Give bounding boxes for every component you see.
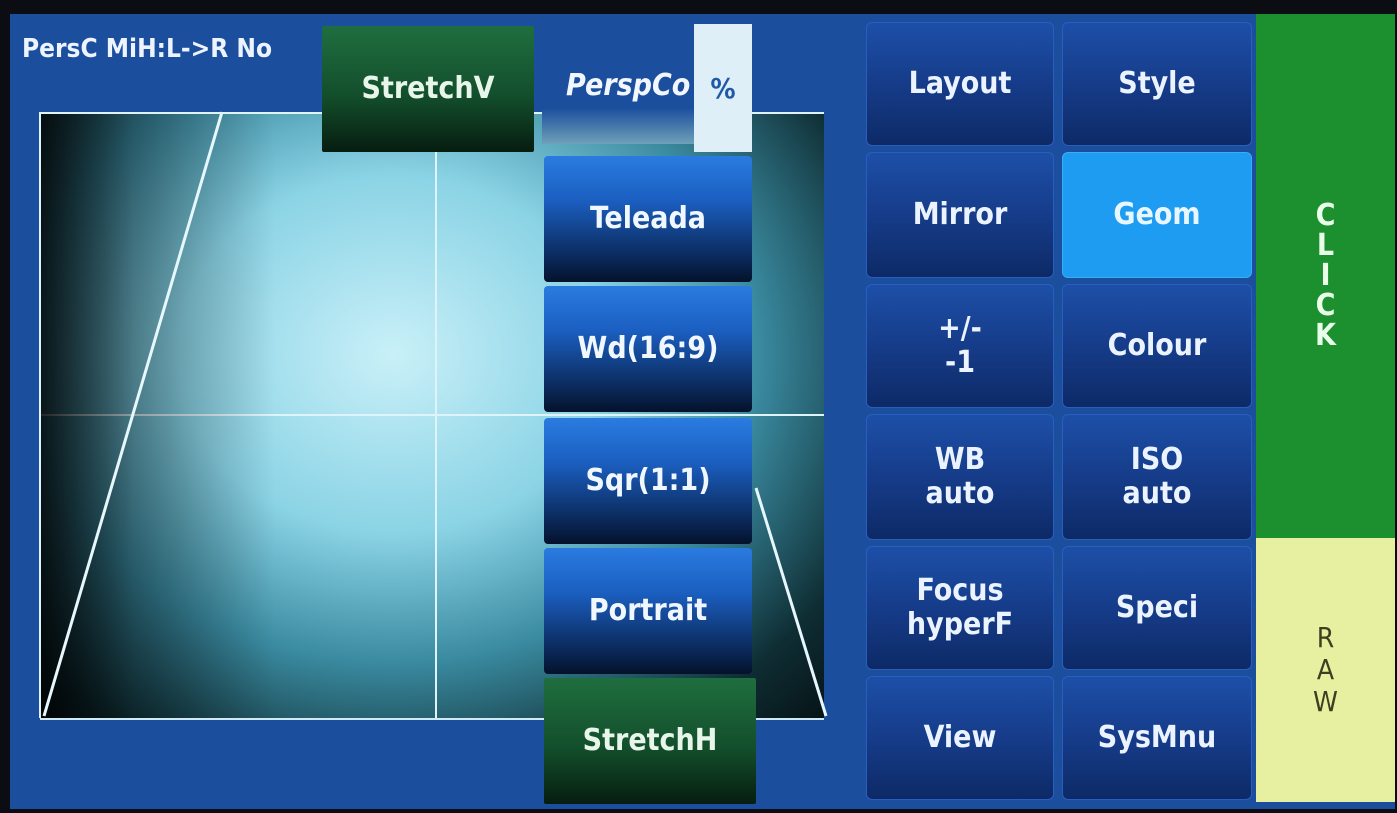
sysmnu-button[interactable]: SysMnu	[1062, 676, 1252, 800]
raw-letter: R	[1316, 620, 1335, 654]
geom-button[interactable]: Geom	[1062, 152, 1252, 278]
focus-button[interactable]: Focus hyperF	[866, 546, 1054, 670]
plus-minus-label: +/-	[938, 310, 982, 346]
plus-minus-value: -1	[945, 345, 975, 380]
focus-value: hyperF	[906, 607, 1014, 642]
status-line: PersC MiH:L->R No	[22, 34, 273, 64]
stretch-h-button[interactable]: StretchH	[544, 678, 756, 804]
wb-label: WB	[934, 441, 986, 477]
plus-minus-button[interactable]: +/- -1	[866, 284, 1054, 408]
iso-button[interactable]: ISO auto	[1062, 414, 1252, 540]
stretch-v-button[interactable]: StretchV	[322, 26, 534, 152]
click-letter: L	[1316, 228, 1335, 263]
click-letter: K	[1315, 318, 1336, 353]
style-button[interactable]: Style	[1062, 22, 1252, 146]
colour-button[interactable]: Colour	[1062, 284, 1252, 408]
grid-vertical	[435, 112, 437, 718]
wb-value: auto	[925, 476, 995, 511]
menu-item-wide[interactable]: Wd(16:9)	[544, 286, 752, 412]
view-button[interactable]: View	[866, 676, 1054, 800]
iso-value: auto	[1122, 476, 1192, 511]
menu-item-square[interactable]: Sqr(1:1)	[544, 418, 752, 544]
raw-letter: W	[1313, 685, 1338, 719]
speci-button[interactable]: Speci	[1062, 546, 1252, 670]
focus-label: Focus	[916, 572, 1004, 608]
menu-item-portrait[interactable]: Portrait	[544, 548, 752, 674]
persp-label: PerspCo	[566, 68, 691, 103]
percent-button[interactable]: %	[694, 24, 752, 152]
click-button[interactable]: C L I C K	[1256, 14, 1395, 538]
click-letter: C	[1315, 198, 1336, 233]
layout-button[interactable]: Layout	[866, 22, 1054, 146]
grid-horizontal	[40, 414, 824, 416]
wb-button[interactable]: WB auto	[866, 414, 1054, 540]
click-letter: C	[1315, 288, 1336, 323]
click-letter: I	[1320, 258, 1331, 293]
mirror-button[interactable]: Mirror	[866, 152, 1054, 278]
menu-item-teleada[interactable]: Teleada	[544, 156, 752, 282]
raw-button[interactable]: R A W	[1256, 538, 1395, 802]
iso-label: ISO	[1130, 441, 1184, 477]
raw-letter: A	[1316, 652, 1335, 686]
